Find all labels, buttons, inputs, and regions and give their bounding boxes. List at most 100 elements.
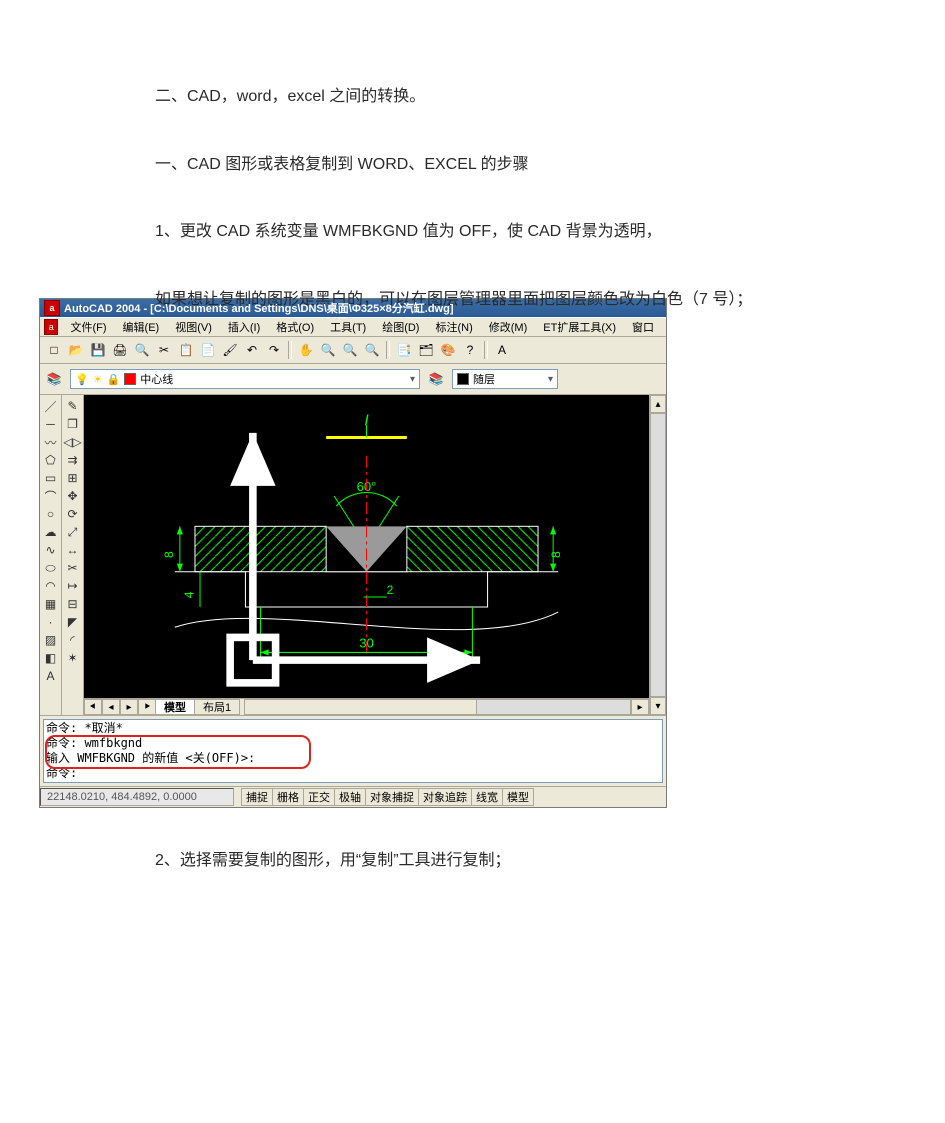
trim-icon[interactable]: ✂ [64,559,82,577]
hscroll-thumb[interactable] [245,700,477,714]
revcloud-icon[interactable]: ☁ [42,523,60,541]
preview-icon[interactable]: 🔍 [132,340,152,360]
window-title: AutoCAD 2004 - [C:\Documents and Setting… [64,300,454,316]
xline-icon[interactable]: ─ [42,415,60,433]
hscroll-right-icon[interactable]: ▸ [631,699,649,715]
circle-icon[interactable]: ○ [42,505,60,523]
status-toggle-7[interactable]: 模型 [502,788,534,806]
tab-scroll-prev-icon[interactable]: ◂ [102,699,120,715]
vscroll-track[interactable] [650,413,666,697]
menubar: a 文件(F) 编辑(E) 视图(V) 插入(I) 格式(O) 工具(T) 绘图… [40,317,666,337]
rectangle-icon[interactable]: ▭ [42,469,60,487]
copy-obj-icon[interactable]: ❐ [64,415,82,433]
properties-icon[interactable]: 📑 [394,340,414,360]
open-icon[interactable]: 📂 [66,340,86,360]
move-icon[interactable]: ✥ [64,487,82,505]
status-toggle-6[interactable]: 线宽 [471,788,503,806]
status-toggle-1[interactable]: 栅格 [272,788,304,806]
layer-prev-icon[interactable]: 📚 [426,369,446,389]
match-icon[interactable]: 🖌 [220,340,240,360]
menu-modify[interactable]: 修改(M) [481,318,536,336]
rotate-icon[interactable]: ⟳ [64,505,82,523]
layer-manager-icon[interactable]: 📚 [44,369,64,389]
status-bar: 22148.0210, 484.4892, 0.0000 捕捉栅格正交极轴对象捕… [40,786,666,807]
color-combo[interactable]: 随层 ▾ [452,369,558,389]
redo-icon[interactable]: ↷ [264,340,284,360]
vscrollbar[interactable]: ▴ ▾ [649,395,666,715]
erase-icon[interactable]: ✎ [64,397,82,415]
new-icon[interactable]: □ [44,340,64,360]
region-icon[interactable]: ◧ [42,649,60,667]
text-icon[interactable]: A [492,340,512,360]
layer-color-swatch [124,373,136,385]
point-icon[interactable]: · [42,613,60,631]
layer-name: 中心线 [140,371,173,387]
status-toggle-3[interactable]: 极轴 [334,788,366,806]
separator [288,341,292,359]
break-icon[interactable]: ⊟ [64,595,82,613]
stretch-icon[interactable]: ↔ [64,541,82,559]
tab-scroll-last-icon[interactable]: ⯈ [138,699,156,715]
hscrollbar[interactable] [244,699,631,715]
tool-palette-icon[interactable]: 🎨 [438,340,458,360]
vscroll-down-icon[interactable]: ▾ [650,697,666,715]
cut-icon[interactable]: ✂ [154,340,174,360]
zoom-prev-icon[interactable]: 🔍 [362,340,382,360]
pline-icon[interactable]: 〰 [42,433,60,451]
copy-icon[interactable]: 📋 [176,340,196,360]
status-toggle-0[interactable]: 捕捉 [241,788,273,806]
separator [386,341,390,359]
paste-icon[interactable]: 📄 [198,340,218,360]
tab-scroll-next-icon[interactable]: ▸ [120,699,138,715]
undo-icon[interactable]: ↶ [242,340,262,360]
separator [484,341,488,359]
status-toggle-2[interactable]: 正交 [303,788,335,806]
menu-insert[interactable]: 插入(I) [220,318,268,336]
model-canvas[interactable]: I 60° [84,395,649,698]
line-icon[interactable]: ／ [42,397,60,415]
status-toggle-4[interactable]: 对象捕捉 [365,788,419,806]
text-icon[interactable]: A [42,667,60,685]
coords-readout: 22148.0210, 484.4892, 0.0000 [40,788,234,806]
menu-et[interactable]: ET扩展工具(X) [535,318,624,336]
spline-icon[interactable]: ∿ [42,541,60,559]
sun-icon: ☀ [93,373,103,386]
arc-icon[interactable]: ⌒ [42,487,60,505]
ellipse-arc-icon[interactable]: ◠ [42,577,60,595]
design-center-icon[interactable]: 🗂 [416,340,436,360]
zoom-window-icon[interactable]: 🔍 [340,340,360,360]
menu-edit[interactable]: 编辑(E) [115,318,168,336]
tab-layout1[interactable]: 布局1 [194,699,240,715]
menu-view[interactable]: 视图(V) [167,318,220,336]
extend-icon[interactable]: ↦ [64,577,82,595]
menu-draw[interactable]: 绘图(D) [374,318,427,336]
save-icon[interactable]: 💾 [88,340,108,360]
help-icon[interactable]: ? [460,340,480,360]
scale-icon[interactable]: ⤢ [64,523,82,541]
fillet-icon[interactable]: ◜ [64,631,82,649]
menu-dim[interactable]: 标注(N) [427,318,480,336]
mirror-icon[interactable]: ◁▷ [64,433,82,451]
tab-scroll-first-icon[interactable]: ⯇ [84,699,102,715]
menu-format[interactable]: 格式(O) [268,318,322,336]
hatch-icon[interactable]: ▨ [42,631,60,649]
array-icon[interactable]: ⊞ [64,469,82,487]
chamfer-icon[interactable]: ◤ [64,613,82,631]
zoom-realtime-icon[interactable]: 🔍 [318,340,338,360]
menu-tools[interactable]: 工具(T) [322,318,374,336]
tab-model[interactable]: 模型 [155,699,195,715]
vscroll-up-icon[interactable]: ▴ [650,395,666,413]
menu-window[interactable]: 窗口 [624,318,662,336]
menu-file[interactable]: 文件(F) [62,318,114,336]
explode-icon[interactable]: ✶ [64,649,82,667]
layer-combo[interactable]: 💡 ☀ 🔒 中心线 ▾ [70,369,420,389]
command-textbox[interactable]: 命令: *取消* 命令: wmfbkgnd 输入 WMFBKGND 的新值 <关… [43,719,663,783]
ellipse-icon[interactable]: ⬭ [42,559,60,577]
status-toggle-5[interactable]: 对象追踪 [418,788,472,806]
offset-icon[interactable]: ⇉ [64,451,82,469]
color-label: 随层 [473,371,495,387]
block-icon[interactable]: ▦ [42,595,60,613]
pan-icon[interactable]: ✋ [296,340,316,360]
polygon-icon[interactable]: ⬠ [42,451,60,469]
print-icon[interactable]: 🖨 [110,340,130,360]
